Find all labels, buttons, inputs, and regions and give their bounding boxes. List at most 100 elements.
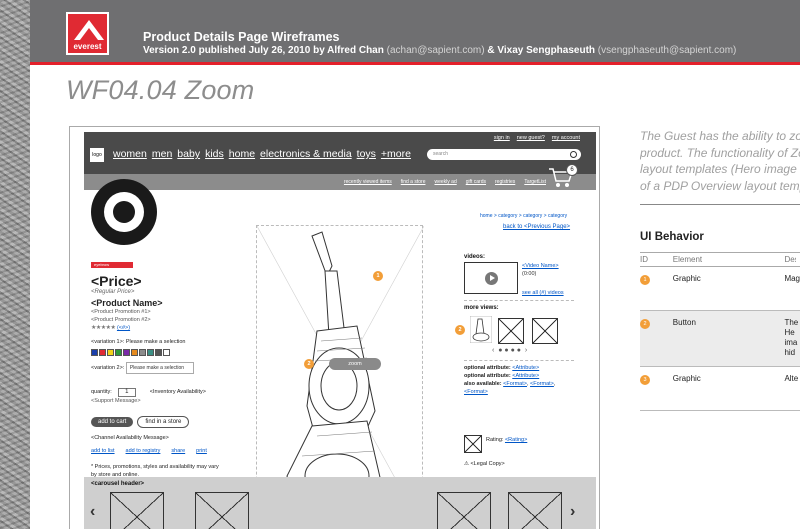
- site-logo[interactable]: logo: [90, 148, 104, 162]
- variation-1: <variation 1>: Please make a selection: [91, 339, 186, 345]
- swatch[interactable]: [99, 349, 106, 356]
- find-store-link[interactable]: find a store: [401, 179, 426, 185]
- everest-logo: everest: [66, 12, 109, 55]
- main-nav: women men baby kids home electronics & media t…: [113, 148, 416, 160]
- recently-viewed-link[interactable]: recently viewed items: [344, 179, 392, 185]
- marker-2b-icon: 2: [455, 325, 465, 335]
- attributes: optional attribute: <Attribute> optional…: [464, 365, 556, 395]
- gift-cards-link[interactable]: gift cards: [466, 179, 486, 185]
- carousel-item[interactable]: [437, 492, 491, 529]
- video-thumbnail[interactable]: [464, 262, 518, 294]
- header-accent-line: [30, 62, 800, 65]
- see-all-videos-link[interactable]: see all (#) videos: [522, 289, 564, 297]
- promotion-2: <Product Promotion #2>: [91, 317, 151, 323]
- swatch[interactable]: [115, 349, 122, 356]
- cart-buttons: add to cart find in a store: [91, 410, 251, 428]
- row-id-icon: 1: [640, 275, 650, 285]
- my-account-link[interactable]: my account: [552, 135, 580, 141]
- product-name: <Product Name>: [91, 298, 163, 308]
- product-price: <Price>: [91, 273, 142, 289]
- swatch[interactable]: [163, 349, 170, 356]
- nav-item-home[interactable]: home: [229, 148, 255, 160]
- add-to-cart-button[interactable]: add to cart: [91, 417, 134, 427]
- nav-item-more[interactable]: +more: [381, 148, 411, 160]
- add-to-registry-link[interactable]: add to registry: [126, 448, 161, 454]
- carousel-item[interactable]: [508, 492, 562, 529]
- logo-wordmark: everest: [73, 42, 102, 51]
- document-title: Product Details Page Wireframes: [143, 30, 340, 44]
- sub-nav: recently viewed items find a store weekly …: [84, 164, 596, 190]
- back-link[interactable]: back to <Previous Page>: [503, 224, 570, 230]
- new-guest-link[interactable]: new guest?: [517, 135, 545, 141]
- attribute-link-1[interactable]: <Attribute>: [512, 365, 539, 371]
- search-input[interactable]: search: [427, 149, 581, 160]
- alt-view-thumbnail-2[interactable]: [498, 318, 524, 344]
- nav-item-toys[interactable]: toys: [357, 148, 376, 160]
- format-link-3[interactable]: <Format>: [464, 389, 488, 395]
- product-carousel: <carousel header> ‹ ›: [84, 477, 596, 529]
- rating-image: [464, 435, 482, 453]
- nav-item-electronics[interactable]: electronics & media: [260, 148, 352, 160]
- carousel-next-icon[interactable]: ›: [570, 503, 575, 521]
- nav-item-men[interactable]: men: [152, 148, 172, 160]
- weekly-ad-link[interactable]: weekly ad: [434, 179, 456, 185]
- column-header: Element: [672, 252, 785, 267]
- alt-view-thumbnail[interactable]: [470, 316, 492, 343]
- rating-stars-icon: ★★★★★: [91, 325, 116, 331]
- zoom-button[interactable]: zoom: [329, 358, 381, 370]
- variation-2: <variation 2>: Please make a selection: [91, 362, 251, 374]
- alt-view-thumbnail-3[interactable]: [532, 318, 558, 344]
- video-name-link[interactable]: <Video Name> (0:00): [522, 262, 559, 278]
- add-to-list-link[interactable]: add to list: [91, 448, 115, 454]
- sign-in-link[interactable]: sign in: [494, 135, 510, 141]
- attribute-link-2[interactable]: <Attribute>: [512, 373, 539, 379]
- carousel-item[interactable]: [195, 492, 249, 529]
- product-info: eyebrow <Price> <Regular Price> <Product…: [91, 253, 251, 479]
- review-count-link[interactable]: (<#>): [117, 325, 130, 331]
- legal-copy: ⚠ <Legal Copy>: [464, 461, 505, 467]
- table-header-row: ID Element Description: [640, 252, 800, 267]
- nav-item-baby[interactable]: baby: [177, 148, 200, 160]
- page-title: WF04.04 Zoom: [66, 75, 255, 105]
- carousel-prev-icon[interactable]: ‹: [90, 503, 95, 521]
- swatch[interactable]: [123, 349, 130, 356]
- registries-link[interactable]: registries: [495, 179, 515, 185]
- swatch[interactable]: [147, 349, 154, 356]
- share-link[interactable]: share: [171, 448, 185, 454]
- find-in-store-button[interactable]: find in a store: [137, 416, 190, 428]
- table-row: 1 Graphic Mag: [640, 266, 800, 311]
- search-icon[interactable]: [570, 151, 577, 158]
- ui-behavior-title: UI Behavior: [640, 231, 704, 243]
- format-link-1[interactable]: <Format>: [503, 381, 527, 387]
- print-link[interactable]: print: [196, 448, 207, 454]
- variation-2-select[interactable]: Please make a selection: [125, 362, 194, 374]
- rating-link[interactable]: <Rating>: [505, 437, 527, 443]
- carousel-item[interactable]: [110, 492, 164, 529]
- swatch[interactable]: [131, 349, 138, 356]
- breadcrumb[interactable]: home > category > category > category: [480, 213, 567, 219]
- eyebrow-badge: eyebrow: [91, 262, 133, 268]
- nav-item-kids[interactable]: kids: [205, 148, 224, 160]
- swatch[interactable]: [139, 349, 146, 356]
- row-id-icon: 3: [640, 375, 650, 385]
- marker-2-icon: 2: [304, 359, 314, 369]
- table-row: 3 Graphic Alte: [640, 366, 800, 411]
- format-link-2[interactable]: <Format>: [530, 381, 554, 387]
- swatch[interactable]: [107, 349, 114, 356]
- row-id-icon: 2: [640, 319, 650, 329]
- warning-icon: ⚠: [464, 461, 469, 467]
- zoom-description: The Guest has the ability to zoom produc…: [640, 129, 800, 193]
- target-bullseye-logo: [91, 179, 157, 245]
- product-actions: add to list add to registry share print: [91, 447, 251, 455]
- stone-texture-strip: [0, 0, 30, 529]
- play-icon: [485, 272, 498, 285]
- more-views-label: more views:: [464, 305, 499, 311]
- swatch[interactable]: [155, 349, 162, 356]
- support-message: <Support Message>: [91, 398, 141, 404]
- targetlist-link[interactable]: TargetList: [524, 179, 546, 185]
- quantity-input[interactable]: 1: [117, 388, 136, 397]
- thumbnail-pager[interactable]: ‹ ● ● ● ● ›: [492, 347, 527, 354]
- section-divider: [640, 204, 800, 205]
- swatch[interactable]: [91, 349, 98, 356]
- nav-item-women[interactable]: women: [113, 148, 147, 160]
